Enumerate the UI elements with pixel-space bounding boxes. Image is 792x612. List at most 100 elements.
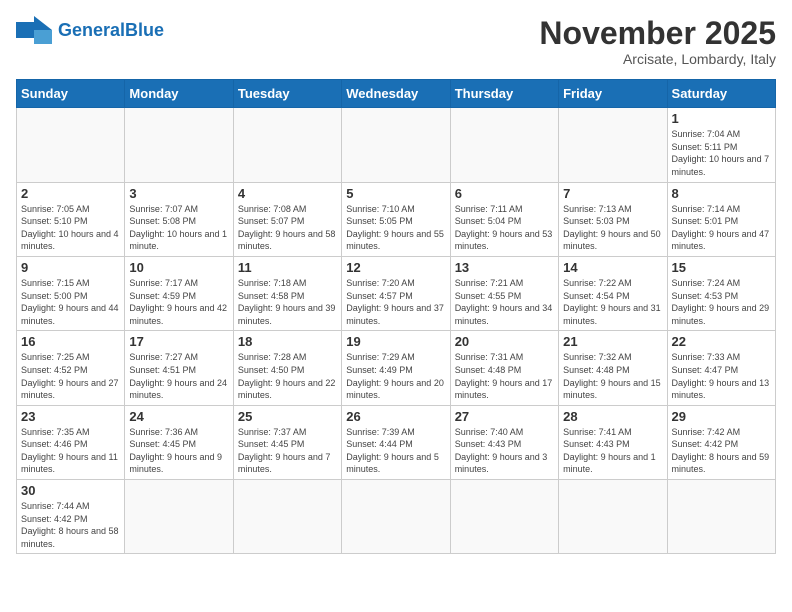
day-number: 25 xyxy=(238,409,337,424)
day-info: Sunrise: 7:04 AM Sunset: 5:11 PM Dayligh… xyxy=(672,128,771,178)
day-number: 7 xyxy=(563,186,662,201)
day-of-week-header: Monday xyxy=(125,80,233,108)
calendar-week-row: 9 Sunrise: 7:15 AM Sunset: 5:00 PM Daylig… xyxy=(17,256,776,330)
calendar-day-cell: 13 Sunrise: 7:21 AM Sunset: 4:55 PM Dayli… xyxy=(450,256,558,330)
day-info: Sunrise: 7:20 AM Sunset: 4:57 PM Dayligh… xyxy=(346,277,445,327)
day-info: Sunrise: 7:33 AM Sunset: 4:47 PM Dayligh… xyxy=(672,351,771,401)
day-number: 12 xyxy=(346,260,445,275)
day-of-week-header: Friday xyxy=(559,80,667,108)
calendar-day-cell: 11Sunrise: 7:18 AM Sunset: 4:58 PM Dayli… xyxy=(233,256,341,330)
day-info: Sunrise: 7:22 AM Sunset: 4:54 PM Dayligh… xyxy=(563,277,662,327)
day-info: Sunrise: 7:39 AM Sunset: 4:44 PM Dayligh… xyxy=(346,426,445,476)
day-number: 24 xyxy=(129,409,228,424)
day-number: 4 xyxy=(238,186,337,201)
day-number: 19 xyxy=(346,334,445,349)
calendar-day-cell: 16 Sunrise: 7:25 AM Sunset: 4:52 PM Dayli… xyxy=(17,331,125,405)
calendar-day-cell: 18 Sunrise: 7:28 AM Sunset: 4:50 PM Dayli… xyxy=(233,331,341,405)
day-number: 13 xyxy=(455,260,554,275)
calendar-day-cell: 30 Sunrise: 7:44 AM Sunset: 4:42 PM Dayli… xyxy=(17,480,125,554)
calendar-day-cell: 29Sunrise: 7:42 AM Sunset: 4:42 PM Dayli… xyxy=(667,405,775,479)
calendar-day-cell: 24 Sunrise: 7:36 AM Sunset: 4:45 PM Dayli… xyxy=(125,405,233,479)
calendar-day-cell: 4 Sunrise: 7:08 AM Sunset: 5:07 PM Daylig… xyxy=(233,182,341,256)
calendar-day-cell: 19Sunrise: 7:29 AM Sunset: 4:49 PM Dayli… xyxy=(342,331,450,405)
day-number: 11 xyxy=(238,260,337,275)
calendar-day-cell: 8Sunrise: 7:14 AM Sunset: 5:01 PM Daylig… xyxy=(667,182,775,256)
calendar-header-row: SundayMondayTuesdayWednesdayThursdayFrid… xyxy=(17,80,776,108)
calendar-table: SundayMondayTuesdayWednesdayThursdayFrid… xyxy=(16,79,776,554)
calendar-week-row: 23Sunrise: 7:35 AM Sunset: 4:46 PM Dayli… xyxy=(17,405,776,479)
day-info: Sunrise: 7:31 AM Sunset: 4:48 PM Dayligh… xyxy=(455,351,554,401)
calendar-day-cell: 6Sunrise: 7:11 AM Sunset: 5:04 PM Daylig… xyxy=(450,182,558,256)
day-number: 5 xyxy=(346,186,445,201)
calendar-day-cell xyxy=(342,480,450,554)
calendar-day-cell: 25 Sunrise: 7:37 AM Sunset: 4:45 PM Dayli… xyxy=(233,405,341,479)
title-block: November 2025 Arcisate, Lombardy, Italy xyxy=(539,16,776,67)
calendar-day-cell: 9 Sunrise: 7:15 AM Sunset: 5:00 PM Daylig… xyxy=(17,256,125,330)
calendar-day-cell xyxy=(559,480,667,554)
calendar-week-row: 1Sunrise: 7:04 AM Sunset: 5:11 PM Daylig… xyxy=(17,108,776,182)
day-info: Sunrise: 7:13 AM Sunset: 5:03 PM Dayligh… xyxy=(563,203,662,253)
day-info: Sunrise: 7:25 AM Sunset: 4:52 PM Dayligh… xyxy=(21,351,120,401)
calendar-day-cell xyxy=(125,480,233,554)
calendar-day-cell xyxy=(667,480,775,554)
calendar-day-cell xyxy=(125,108,233,182)
calendar-day-cell: 2Sunrise: 7:05 AM Sunset: 5:10 PM Daylig… xyxy=(17,182,125,256)
calendar-day-cell: 7 Sunrise: 7:13 AM Sunset: 5:03 PM Daylig… xyxy=(559,182,667,256)
logo: GeneralBlue xyxy=(16,16,164,44)
day-info: Sunrise: 7:44 AM Sunset: 4:42 PM Dayligh… xyxy=(21,500,120,550)
calendar-day-cell: 17Sunrise: 7:27 AM Sunset: 4:51 PM Dayli… xyxy=(125,331,233,405)
calendar-day-cell: 10Sunrise: 7:17 AM Sunset: 4:59 PM Dayli… xyxy=(125,256,233,330)
day-info: Sunrise: 7:37 AM Sunset: 4:45 PM Dayligh… xyxy=(238,426,337,476)
logo-icon xyxy=(16,16,52,44)
location-subtitle: Arcisate, Lombardy, Italy xyxy=(539,51,776,67)
calendar-week-row: 30 Sunrise: 7:44 AM Sunset: 4:42 PM Dayli… xyxy=(17,480,776,554)
day-number: 27 xyxy=(455,409,554,424)
calendar-day-cell xyxy=(559,108,667,182)
day-of-week-header: Sunday xyxy=(17,80,125,108)
calendar-day-cell: 21Sunrise: 7:32 AM Sunset: 4:48 PM Dayli… xyxy=(559,331,667,405)
day-number: 2 xyxy=(21,186,120,201)
calendar-day-cell: 22Sunrise: 7:33 AM Sunset: 4:47 PM Dayli… xyxy=(667,331,775,405)
day-number: 26 xyxy=(346,409,445,424)
calendar-day-cell xyxy=(17,108,125,182)
day-number: 9 xyxy=(21,260,120,275)
day-number: 30 xyxy=(21,483,120,498)
day-info: Sunrise: 7:14 AM Sunset: 5:01 PM Dayligh… xyxy=(672,203,771,253)
calendar-day-cell xyxy=(342,108,450,182)
calendar-day-cell xyxy=(233,480,341,554)
day-number: 16 xyxy=(21,334,120,349)
calendar-day-cell xyxy=(450,480,558,554)
calendar-day-cell: 20 Sunrise: 7:31 AM Sunset: 4:48 PM Dayli… xyxy=(450,331,558,405)
calendar-day-cell xyxy=(450,108,558,182)
day-number: 3 xyxy=(129,186,228,201)
day-info: Sunrise: 7:17 AM Sunset: 4:59 PM Dayligh… xyxy=(129,277,228,327)
day-info: Sunrise: 7:28 AM Sunset: 4:50 PM Dayligh… xyxy=(238,351,337,401)
day-info: Sunrise: 7:08 AM Sunset: 5:07 PM Dayligh… xyxy=(238,203,337,253)
calendar-day-cell: 14Sunrise: 7:22 AM Sunset: 4:54 PM Dayli… xyxy=(559,256,667,330)
page-header: GeneralBlue November 2025 Arcisate, Lomb… xyxy=(16,16,776,67)
day-info: Sunrise: 7:21 AM Sunset: 4:55 PM Dayligh… xyxy=(455,277,554,327)
day-of-week-header: Thursday xyxy=(450,80,558,108)
day-info: Sunrise: 7:27 AM Sunset: 4:51 PM Dayligh… xyxy=(129,351,228,401)
calendar-day-cell: 12 Sunrise: 7:20 AM Sunset: 4:57 PM Dayli… xyxy=(342,256,450,330)
calendar-day-cell: 3Sunrise: 7:07 AM Sunset: 5:08 PM Daylig… xyxy=(125,182,233,256)
logo-text: GeneralBlue xyxy=(58,20,164,41)
day-info: Sunrise: 7:40 AM Sunset: 4:43 PM Dayligh… xyxy=(455,426,554,476)
day-number: 18 xyxy=(238,334,337,349)
day-number: 20 xyxy=(455,334,554,349)
day-of-week-header: Wednesday xyxy=(342,80,450,108)
calendar-day-cell xyxy=(233,108,341,182)
month-title: November 2025 xyxy=(539,16,776,51)
day-number: 6 xyxy=(455,186,554,201)
calendar-day-cell: 23Sunrise: 7:35 AM Sunset: 4:46 PM Dayli… xyxy=(17,405,125,479)
day-info: Sunrise: 7:24 AM Sunset: 4:53 PM Dayligh… xyxy=(672,277,771,327)
day-info: Sunrise: 7:41 AM Sunset: 4:43 PM Dayligh… xyxy=(563,426,662,476)
day-info: Sunrise: 7:15 AM Sunset: 5:00 PM Dayligh… xyxy=(21,277,120,327)
calendar-day-cell: 28 Sunrise: 7:41 AM Sunset: 4:43 PM Dayli… xyxy=(559,405,667,479)
day-of-week-header: Saturday xyxy=(667,80,775,108)
day-info: Sunrise: 7:36 AM Sunset: 4:45 PM Dayligh… xyxy=(129,426,228,476)
calendar-week-row: 16 Sunrise: 7:25 AM Sunset: 4:52 PM Dayli… xyxy=(17,331,776,405)
day-number: 28 xyxy=(563,409,662,424)
day-info: Sunrise: 7:35 AM Sunset: 4:46 PM Dayligh… xyxy=(21,426,120,476)
calendar-day-cell: 26 Sunrise: 7:39 AM Sunset: 4:44 PM Dayli… xyxy=(342,405,450,479)
